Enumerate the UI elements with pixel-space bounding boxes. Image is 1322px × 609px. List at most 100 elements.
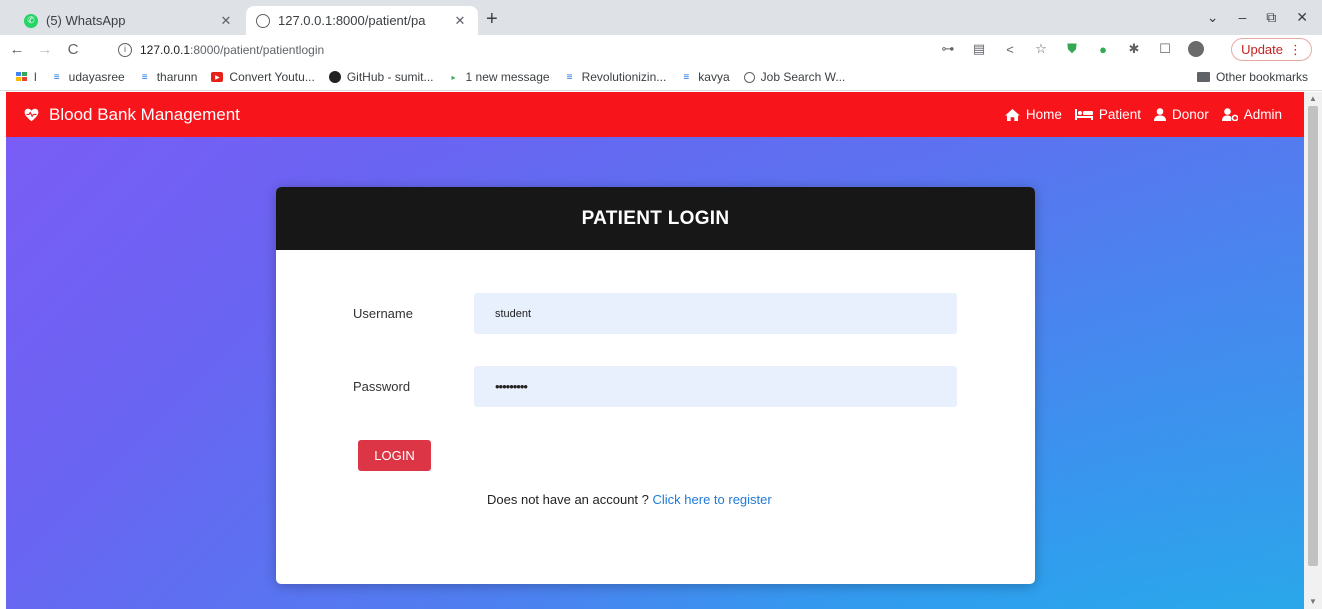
bed-icon xyxy=(1074,109,1093,120)
side-panel-icon[interactable]: ☐ xyxy=(1157,41,1173,57)
shield-extension-icon[interactable]: ⛊ xyxy=(1064,41,1080,57)
nav-admin-label: Admin xyxy=(1243,107,1282,122)
username-label: Username xyxy=(353,306,413,321)
bookmark-new-message[interactable]: ▸ 1 new message xyxy=(448,70,550,84)
other-bookmarks[interactable]: Other bookmarks xyxy=(1196,70,1308,84)
bookmark-convert-youtube[interactable]: ▶ Convert Youtu... xyxy=(211,70,315,84)
close-tab-icon[interactable]: ✕ xyxy=(218,13,234,29)
tab-whatsapp[interactable]: ✆ (5) WhatsApp ✕ xyxy=(14,6,244,35)
extension-icon[interactable]: ● xyxy=(1095,41,1111,57)
bookmark-label: Revolutionizin... xyxy=(581,70,667,84)
bookmark-label: GitHub - sumit... xyxy=(346,70,434,84)
user-cog-icon xyxy=(1221,108,1238,121)
tab-search-icon[interactable]: ⌄ xyxy=(1207,9,1219,26)
bookmark-label: Convert Youtu... xyxy=(229,70,315,84)
list-icon: ≡ xyxy=(53,71,60,83)
bookmark-label: Job Search W... xyxy=(760,70,846,84)
bookmark-label: tharunn xyxy=(156,70,198,84)
bookmark-job-search[interactable]: Job Search W... xyxy=(743,70,846,84)
url-host: 127.0.0.1 xyxy=(140,43,191,57)
bookmark-label: 1 new message xyxy=(465,70,550,84)
user-icon xyxy=(1153,108,1166,121)
password-row: Password xyxy=(276,366,1035,407)
github-icon xyxy=(328,71,341,83)
toolbar-icons: ⊶ ▤ < ☆ ⛊ ● ✱ ☐ xyxy=(940,41,1204,57)
bookmark-label: kavya xyxy=(698,70,730,84)
translate-icon[interactable]: ▤ xyxy=(971,41,987,57)
new-tab-button[interactable]: + xyxy=(486,8,498,30)
list-icon: ≡ xyxy=(683,71,690,83)
restore-icon[interactable]: ⧉ xyxy=(1266,9,1276,26)
youtube-icon: ▶ xyxy=(211,72,224,82)
key-icon[interactable]: ⊶ xyxy=(940,41,956,57)
window-controls: ⌄ – ⧉ ✕ xyxy=(1207,9,1308,26)
nav-donor[interactable]: Donor xyxy=(1153,107,1209,122)
forward-icon[interactable]: → xyxy=(34,41,56,58)
login-button[interactable]: LOGIN xyxy=(358,440,431,471)
bookmark-apps[interactable]: l xyxy=(16,70,37,84)
play-icon: ▸ xyxy=(451,72,456,82)
bookmark-revolutionizing[interactable]: ≡ Revolutionizin... xyxy=(564,70,667,84)
apps-icon xyxy=(16,72,28,82)
bookmark-label: udayasree xyxy=(68,70,125,84)
scroll-down-icon[interactable]: ▼ xyxy=(1309,597,1317,606)
scrollbar-thumb[interactable] xyxy=(1308,106,1318,566)
login-card-header: PATIENT LOGIN xyxy=(276,187,1035,250)
brand[interactable]: Blood Bank Management xyxy=(24,105,240,125)
list-icon: ≡ xyxy=(141,71,148,83)
tab-title: 127.0.0.1:8000/patient/pa xyxy=(278,13,426,28)
bookmark-star-icon[interactable]: ☆ xyxy=(1033,41,1049,57)
heartbeat-icon xyxy=(24,108,39,122)
register-prompt: Does not have an account ? Click here to… xyxy=(276,492,1035,507)
nav-donor-label: Donor xyxy=(1171,107,1209,122)
nav-patient[interactable]: Patient xyxy=(1074,107,1141,122)
update-label: Update xyxy=(1241,42,1283,57)
reload-icon[interactable]: C xyxy=(62,41,84,58)
home-icon xyxy=(1005,108,1020,121)
navbar-links: Home Patient Donor Admin xyxy=(1005,92,1282,137)
bookmark-udayasree[interactable]: ≡ udayasree xyxy=(51,70,125,84)
other-bookmarks-label: Other bookmarks xyxy=(1215,70,1308,84)
back-icon[interactable]: ← xyxy=(6,41,28,58)
url-path: :8000/patient/patientlogin xyxy=(190,43,325,57)
browser-tab-bar: ✆ (5) WhatsApp ✕ 127.0.0.1:8000/patient/… xyxy=(0,0,1322,35)
bookmark-github[interactable]: GitHub - sumit... xyxy=(328,70,434,84)
nav-admin[interactable]: Admin xyxy=(1221,107,1282,122)
tab-patient-login[interactable]: 127.0.0.1:8000/patient/pa ✕ xyxy=(246,6,478,35)
register-link[interactable]: Click here to register xyxy=(653,492,772,507)
puzzle-icon[interactable]: ✱ xyxy=(1126,41,1142,57)
page-title: PATIENT LOGIN xyxy=(581,207,730,229)
globe-icon xyxy=(256,13,270,28)
update-button[interactable]: Update ⋮ xyxy=(1231,38,1312,61)
password-input[interactable] xyxy=(474,366,957,407)
globe-icon xyxy=(743,71,755,83)
nav-patient-label: Patient xyxy=(1098,107,1141,122)
brand-name: Blood Bank Management xyxy=(49,104,240,124)
browser-toolbar: ← → C i 127.0.0.1 :8000/patient/patientl… xyxy=(0,35,1322,64)
address-bar[interactable]: i 127.0.0.1 :8000/patient/patientlogin xyxy=(106,38,914,62)
bookmark-label: l xyxy=(34,70,37,84)
close-tab-icon[interactable]: ✕ xyxy=(452,13,468,29)
scroll-up-icon[interactable]: ▲ xyxy=(1309,94,1317,103)
login-card: PATIENT LOGIN Username Password LOGIN Do… xyxy=(276,187,1035,584)
nav-home-label: Home xyxy=(1025,107,1062,122)
share-icon[interactable]: < xyxy=(1002,41,1018,57)
bookmark-kavya[interactable]: ≡ kavya xyxy=(680,70,729,84)
nav-home[interactable]: Home xyxy=(1005,107,1062,122)
page-scrollbar[interactable]: ▲ ▼ xyxy=(1304,92,1322,609)
bookmarks-bar: l ≡ udayasree ≡ tharunn ▶ Convert Youtu.… xyxy=(0,64,1322,91)
list-icon: ≡ xyxy=(566,71,573,83)
whatsapp-icon: ✆ xyxy=(24,13,38,28)
more-menu-icon: ⋮ xyxy=(1289,41,1302,57)
username-input[interactable] xyxy=(474,293,957,334)
tab-title: (5) WhatsApp xyxy=(46,13,126,28)
minimize-icon[interactable]: – xyxy=(1238,9,1246,26)
register-prompt-text: Does not have an account ? xyxy=(487,492,649,507)
folder-icon xyxy=(1196,72,1210,82)
site-info-icon[interactable]: i xyxy=(118,43,132,57)
profile-avatar-icon[interactable] xyxy=(1188,41,1204,57)
username-row: Username xyxy=(276,293,1035,334)
bookmark-tharunn[interactable]: ≡ tharunn xyxy=(139,70,198,84)
close-window-icon[interactable]: ✕ xyxy=(1296,9,1308,26)
page-viewport: Blood Bank Management Home Patient Donor… xyxy=(6,92,1304,609)
